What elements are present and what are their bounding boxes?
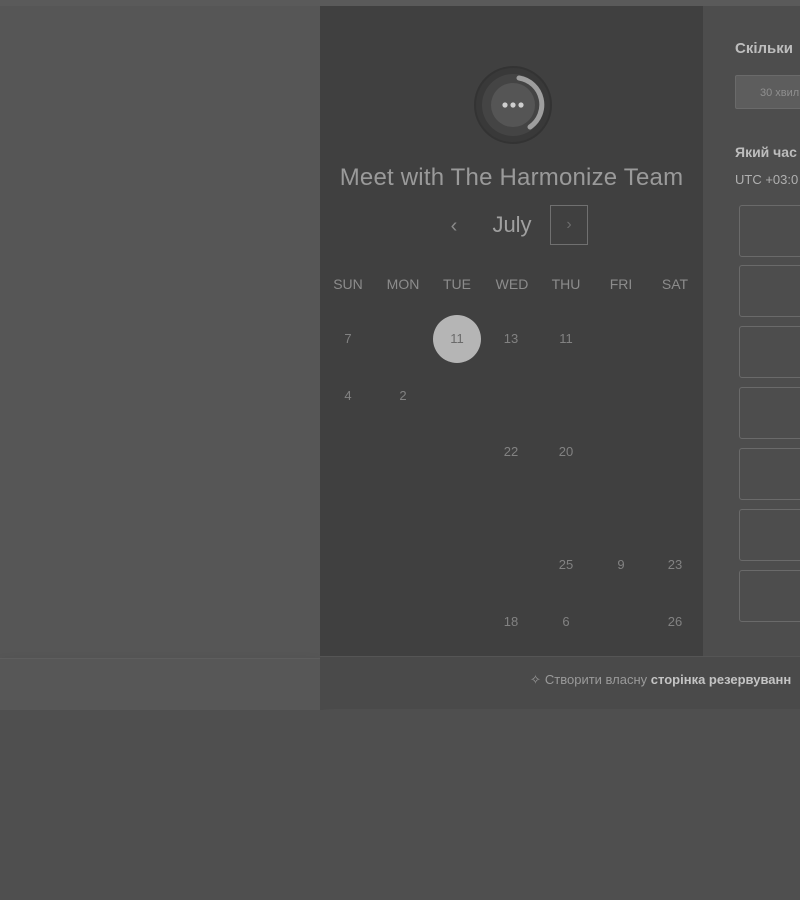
calendar-day[interactable]: 20 — [542, 428, 590, 476]
next-month-button[interactable]: › — [550, 205, 588, 245]
weekday-header: THU — [551, 276, 581, 292]
time-slot-button[interactable] — [739, 265, 800, 317]
duration-option[interactable]: 30 хвил — [735, 75, 800, 109]
duration-question: Скільки — [735, 40, 793, 57]
calendar-day[interactable]: 23 — [651, 541, 699, 589]
time-slot-button[interactable] — [739, 326, 800, 378]
calendar-day[interactable]: 13 — [487, 315, 535, 363]
calendar-day[interactable]: 6 — [542, 598, 590, 646]
calendar-day[interactable]: 18 — [487, 598, 535, 646]
weekday-header: SAT — [661, 276, 689, 292]
meeting-title: Meet with The Harmonize Team — [339, 164, 684, 191]
time-slot-button[interactable] — [739, 570, 800, 622]
weekday-header: MON — [386, 276, 420, 292]
time-question: Який час — [735, 144, 797, 160]
weekday-header: TUE — [443, 276, 471, 292]
background-area — [0, 6, 320, 658]
calendar-day[interactable]: 22 — [487, 428, 535, 476]
time-slot-button[interactable] — [739, 387, 800, 439]
calendar-day[interactable]: 9 — [597, 541, 645, 589]
calendar-day[interactable]: 4 — [324, 372, 372, 420]
timezone-selector[interactable]: UTC +03:0 — [735, 172, 798, 187]
footer-bar: ✧ Створити власну сторінка резервуванн — [320, 656, 800, 709]
calendar-day[interactable]: 26 — [651, 598, 699, 646]
weekday-header: WED — [495, 276, 529, 292]
calendar-day[interactable]: 25 — [542, 541, 590, 589]
harmonize-logo-icon — [474, 66, 552, 144]
booking-page-link[interactable]: сторінка резервуванн — [651, 672, 791, 687]
time-slot-button[interactable] — [739, 448, 800, 500]
time-slot-button[interactable] — [739, 509, 800, 561]
page-overlay — [0, 710, 800, 900]
sprocket-icon: ✧ — [530, 672, 541, 687]
prev-month-button[interactable]: ‹ — [441, 210, 467, 242]
calendar-day[interactable]: 7 — [324, 315, 372, 363]
calendar-day[interactable]: 2 — [379, 372, 427, 420]
weekday-header: FRI — [609, 276, 633, 292]
time-slot-button[interactable] — [739, 205, 800, 257]
weekday-header: SUN — [333, 276, 363, 292]
calendar-day[interactable]: 11 — [542, 315, 590, 363]
footer-text: Створити власну — [544, 672, 648, 687]
month-label: July — [492, 212, 532, 237]
calendar-day-selected[interactable]: 11 — [433, 315, 481, 363]
background-band — [0, 658, 320, 711]
booking-panel: Скільки 30 хвил Який час UTC +03:0 — [703, 6, 800, 656]
